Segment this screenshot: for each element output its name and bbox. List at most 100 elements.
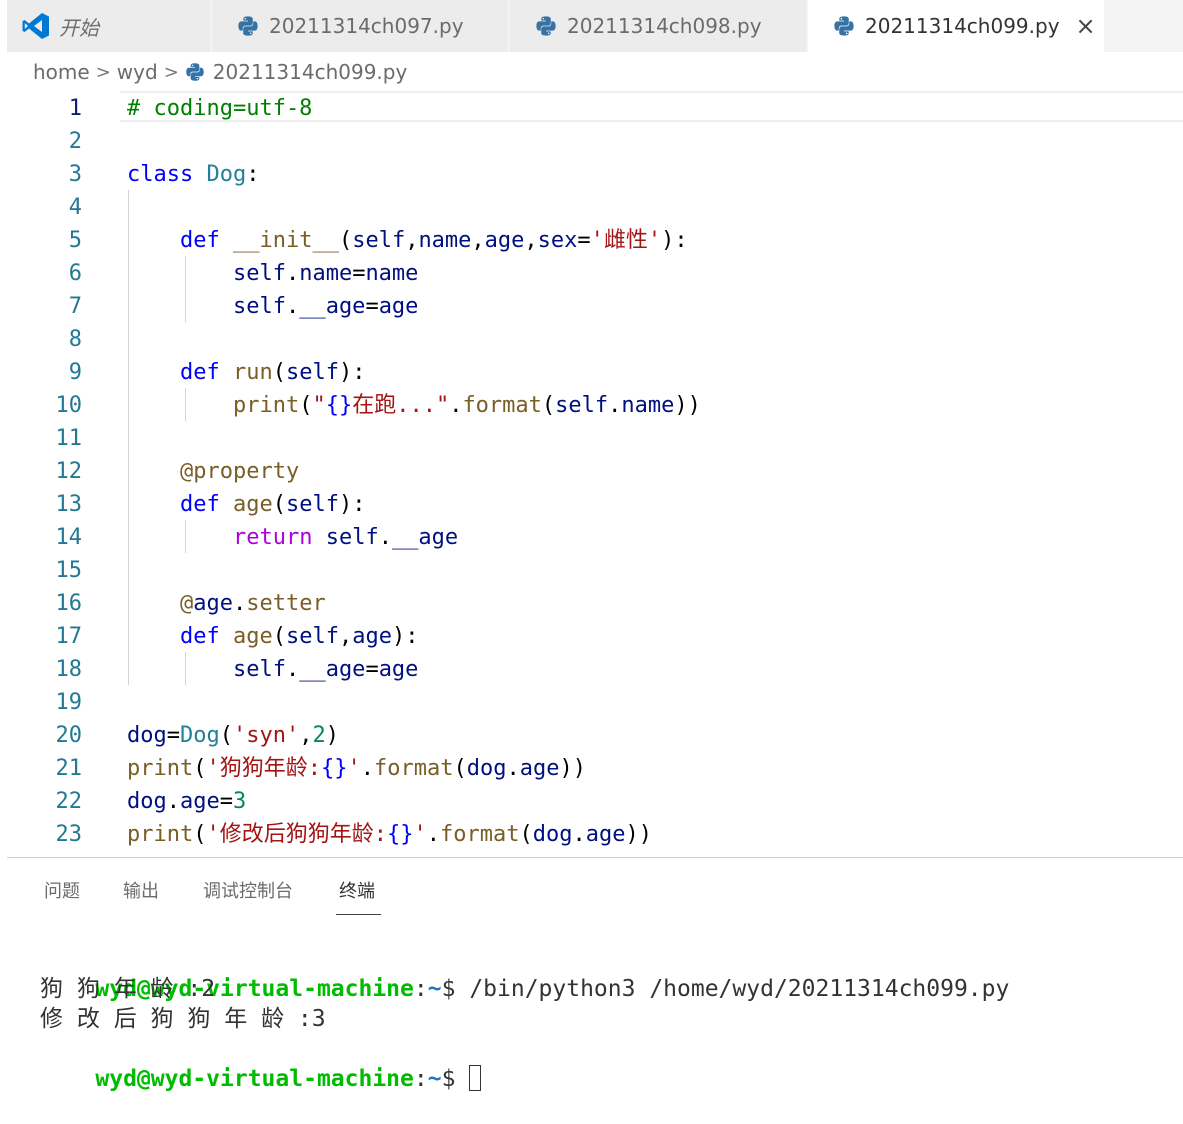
code-token: self: [285, 492, 339, 517]
code-token: class: [127, 162, 194, 187]
code-line: self.__age=age: [127, 653, 418, 686]
code-token: # coding=utf-8: [127, 96, 313, 121]
editor-left-gutter: [0, 91, 7, 857]
tab-terminal[interactable]: 终端: [339, 877, 375, 903]
code-token: .: [426, 822, 440, 847]
breadcrumb-item-file[interactable]: 20211314ch099.py: [213, 60, 408, 84]
code-token: =: [219, 789, 233, 814]
code-token: setter: [246, 591, 326, 616]
breadcrumb-item-wyd[interactable]: wyd: [117, 60, 158, 84]
code-token: .: [166, 789, 180, 814]
code-token: (: [299, 393, 313, 418]
tab-problems[interactable]: 问题: [44, 877, 80, 903]
code-token: print: [127, 822, 194, 847]
chevron-right-icon: >: [95, 61, 111, 83]
tab-label: 20211314ch099.py: [865, 14, 1060, 38]
tab-label: 20211314ch098.py: [567, 14, 762, 38]
code-token: self: [555, 393, 609, 418]
code-token: format: [373, 756, 454, 781]
tab-bar-edge: [0, 0, 7, 52]
tab-start-label: 开始: [59, 15, 99, 40]
code-token: print: [232, 393, 300, 418]
code-token: age: [484, 228, 525, 253]
line-number: 11: [55, 426, 83, 451]
tab-file-099[interactable]: 20211314ch099.py ×: [808, 0, 1105, 52]
code-token: def: [179, 492, 220, 517]
tab-file-097[interactable]: 20211314ch097.py: [212, 0, 509, 52]
terminal-prompt-symbol: $: [441, 1066, 470, 1092]
terminal-output-line: 狗 狗 年 龄 :2: [40, 976, 216, 1002]
code-token: age: [378, 657, 419, 682]
tab-start[interactable]: 开始: [7, 0, 211, 52]
tab-debug-console[interactable]: 调试控制台: [203, 877, 293, 903]
code-token: self: [232, 294, 286, 319]
code-token: print: [127, 756, 194, 781]
line-number: 16: [55, 591, 83, 616]
code-token: '修改后狗狗年龄:: [206, 822, 387, 847]
code-token: age: [193, 591, 233, 616]
code-token: )): [625, 822, 652, 847]
code-token: {}: [386, 822, 414, 847]
line-number: 3: [68, 162, 82, 187]
code-token: (: [219, 723, 233, 748]
code-token: )): [559, 756, 586, 781]
code-token: __age: [391, 525, 459, 550]
code-line: print("{}在跑...".format(self.name)): [127, 389, 701, 422]
code-token: .: [449, 393, 463, 418]
line-number: 15: [55, 558, 83, 583]
code-token: age: [352, 624, 392, 649]
code-token: dog: [127, 723, 167, 748]
terminal-prompt-path: ~: [427, 976, 442, 1002]
chevron-right-icon: >: [163, 61, 179, 83]
terminal-prompt-sep: :: [413, 976, 428, 1002]
code-token: ): [325, 723, 339, 748]
code-token: .: [285, 261, 300, 286]
terminal-cursor[interactable]: [469, 1065, 482, 1091]
line-number: 20: [55, 723, 83, 748]
code-token: .: [506, 756, 520, 781]
code-token: def: [179, 228, 220, 253]
code-token: .: [285, 294, 300, 319]
code-token: self: [285, 624, 339, 649]
python-file-icon: [185, 62, 205, 82]
panel-border: [7, 857, 1183, 858]
code-editor[interactable]: 1 # coding=utf-8 2 3 class Dog: 4 5 def __init…: [0, 91, 1183, 857]
code-token: age: [180, 789, 220, 814]
code-token: (: [453, 756, 467, 781]
line-number: 6: [68, 261, 82, 286]
code-token: run: [232, 360, 273, 385]
code-token: ,: [299, 723, 313, 748]
code-token: dog: [466, 756, 507, 781]
code-token: .: [285, 657, 300, 682]
code-token: name: [299, 261, 353, 286]
terminal-output-line: 修 改 后 狗 狗 年 龄 :3: [40, 1006, 326, 1032]
breadcrumb-item-home[interactable]: home: [33, 60, 90, 84]
code-token: .: [378, 525, 392, 550]
code-line: dog.age=3: [127, 785, 246, 818]
editor-tab-bar: 开始 20211314ch097.py 20211314ch098.py 202…: [0, 0, 1183, 52]
code-token: ': [413, 822, 427, 847]
tab-file-098[interactable]: 20211314ch098.py: [510, 0, 807, 52]
code-token: =: [365, 657, 379, 682]
line-number: 23: [55, 822, 83, 847]
terminal-prompt-symbol: $: [441, 976, 470, 1002]
code-token: __age: [299, 657, 366, 682]
close-tab-icon[interactable]: ×: [1076, 14, 1096, 38]
code-line: dog=Dog('syn',2): [127, 719, 339, 752]
code-token: Dog: [206, 162, 247, 187]
code-token: '雌性': [590, 228, 662, 253]
code-token: self: [325, 525, 379, 550]
code-token: ,: [524, 228, 538, 253]
code-line: def age(self):: [127, 488, 365, 521]
code-token: (: [272, 492, 286, 517]
code-token: @: [179, 591, 194, 616]
code-token: ,: [338, 624, 353, 649]
tab-output[interactable]: 输出: [123, 877, 159, 903]
vscode-logo-icon: [21, 11, 51, 41]
code-line: self.__age=age: [127, 290, 418, 323]
code-token: 在跑...": [352, 393, 450, 418]
